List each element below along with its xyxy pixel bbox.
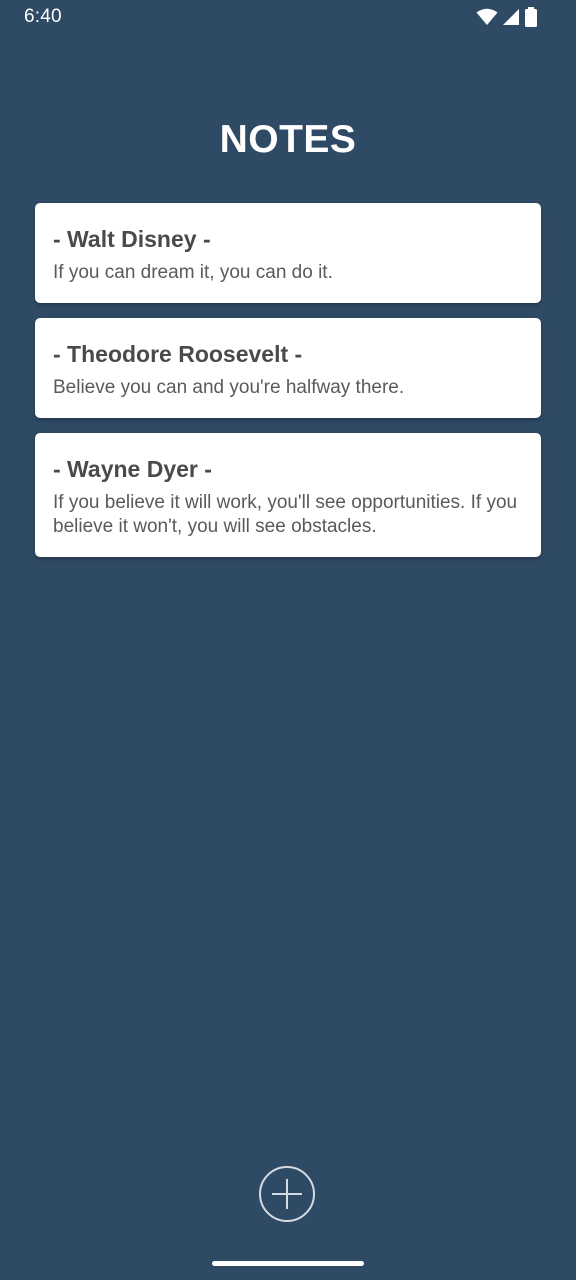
note-card[interactable]: - Theodore Roosevelt - Believe you can a… [35, 318, 541, 418]
gesture-nav-bar[interactable] [212, 1261, 364, 1266]
note-body: If you can dream it, you can do it. [53, 262, 333, 283]
note-title: - Walt Disney - [53, 226, 211, 252]
note-card[interactable]: - Wayne Dyer - If you believe it will wo… [35, 433, 541, 557]
note-body: If you believe it will work, you'll see … [53, 492, 518, 537]
note-card[interactable]: - Walt Disney - If you can dream it, you… [35, 203, 541, 303]
note-body: Believe you can and you're halfway there… [53, 377, 405, 398]
status-icons [476, 7, 538, 27]
wifi-icon [476, 8, 498, 26]
add-note-button[interactable] [259, 1166, 315, 1222]
notes-list: - Walt Disney - If you can dream it, you… [35, 203, 541, 557]
page-title: NOTES [219, 118, 357, 161]
cellular-signal-icon [502, 8, 520, 26]
note-title: - Wayne Dyer - [53, 456, 212, 482]
status-time: 6:40 [24, 6, 62, 27]
battery-icon [524, 7, 538, 27]
status-bar: 6:40 [0, 0, 576, 34]
note-title: - Theodore Roosevelt - [53, 341, 303, 367]
